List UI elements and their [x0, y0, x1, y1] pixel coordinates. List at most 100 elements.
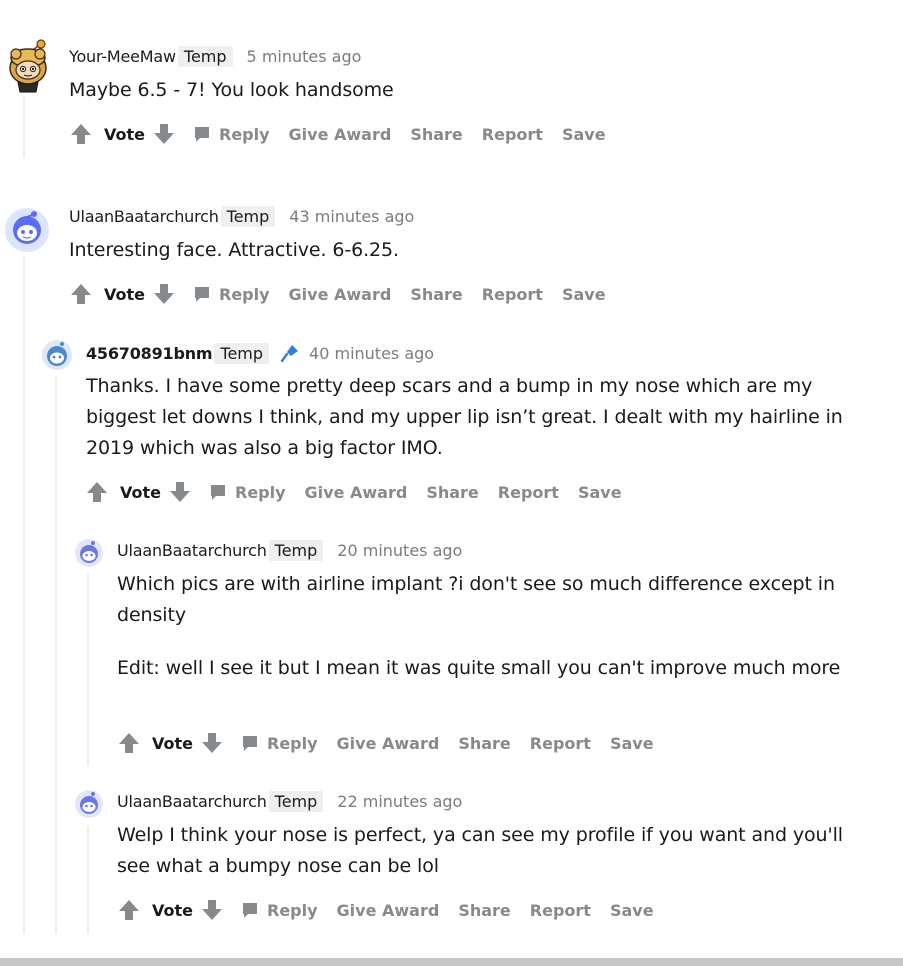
- comment-bubble-icon: [195, 127, 209, 142]
- save-button[interactable]: Save: [610, 901, 654, 920]
- timestamp[interactable]: 43 minutes ago: [289, 207, 414, 226]
- comment-paragraph: Edit: well I see it but I mean it was qu…: [117, 657, 841, 679]
- reply-label: Reply: [235, 482, 286, 502]
- give-award-button[interactable]: Give Award: [337, 734, 440, 753]
- comment-bubble-icon: [211, 485, 225, 500]
- share-button[interactable]: Share: [410, 285, 462, 304]
- author-name[interactable]: Your-MeeMaw: [69, 47, 176, 66]
- user-flair: Temp: [177, 46, 233, 67]
- comment-actions: Vote Reply Give Award Share Report Save: [70, 281, 625, 307]
- report-button[interactable]: Report: [530, 734, 591, 753]
- avatar[interactable]: [75, 790, 103, 818]
- timestamp[interactable]: 40 minutes ago: [309, 344, 434, 363]
- comment-actions: Vote Reply Give Award Share Report Save: [118, 730, 673, 756]
- report-button[interactable]: Report: [530, 901, 591, 920]
- give-award-button[interactable]: Give Award: [289, 285, 392, 304]
- snoo-avatar-icon: [42, 340, 72, 370]
- comment-body: Thanks. I have some pretty deep scars an…: [86, 371, 856, 464]
- save-button[interactable]: Save: [562, 285, 606, 304]
- upvote-icon[interactable]: [70, 122, 92, 146]
- snoo-avatar-icon: [75, 790, 103, 818]
- thread-line-2[interactable]: [23, 256, 25, 934]
- save-button[interactable]: Save: [562, 125, 606, 144]
- comment-paragraph: Maybe 6.5 - 7! You look handsome: [69, 79, 394, 101]
- downvote-icon[interactable]: [201, 898, 223, 922]
- share-button[interactable]: Share: [426, 483, 478, 502]
- user-flair: Temp: [220, 206, 276, 227]
- comment-body: Interesting face. Attractive. 6-6.25.: [69, 235, 849, 266]
- comment-meta: UlaanBaatarchurch Temp 43 minutes ago: [69, 206, 414, 227]
- timestamp[interactable]: 20 minutes ago: [337, 541, 462, 560]
- share-button[interactable]: Share: [458, 901, 510, 920]
- comment-paragraph: Welp I think your nose is perfect, ya ca…: [117, 824, 843, 877]
- timestamp[interactable]: 5 minutes ago: [247, 47, 362, 66]
- snoo-avatar-icon: [75, 539, 103, 567]
- vote-label: Vote: [104, 284, 145, 304]
- reply-button[interactable]: Reply: [241, 734, 318, 753]
- give-award-button[interactable]: Give Award: [305, 483, 408, 502]
- avatar[interactable]: [4, 36, 50, 94]
- comment-paragraph: Interesting face. Attractive. 6-6.25.: [69, 239, 399, 261]
- give-award-button[interactable]: Give Award: [337, 901, 440, 920]
- report-button[interactable]: Report: [498, 483, 559, 502]
- vote-label: Vote: [104, 124, 145, 144]
- author-name[interactable]: UlaanBaatarchurch: [117, 541, 267, 560]
- upvote-icon[interactable]: [118, 731, 140, 755]
- downvote-icon[interactable]: [201, 731, 223, 755]
- comment-bubble-icon: [243, 903, 257, 918]
- comment-body: Welp I think your nose is perfect, ya ca…: [117, 820, 857, 882]
- avatar[interactable]: [42, 340, 72, 370]
- user-flair: Temp: [214, 342, 270, 364]
- downvote-icon[interactable]: [153, 122, 175, 146]
- report-button[interactable]: Report: [482, 125, 543, 144]
- reply-button[interactable]: Reply: [241, 901, 318, 920]
- snoo-avatar-icon: [5, 208, 49, 252]
- upvote-icon[interactable]: [86, 480, 108, 504]
- comment-bubble-icon: [195, 287, 209, 302]
- thread-line-5[interactable]: [87, 826, 89, 934]
- author-name[interactable]: UlaanBaatarchurch: [69, 207, 219, 226]
- save-button[interactable]: Save: [578, 483, 622, 502]
- comment-meta: Your-MeeMaw Temp 5 minutes ago: [69, 46, 361, 67]
- vote-label: Vote: [152, 900, 193, 920]
- upvote-icon[interactable]: [118, 898, 140, 922]
- give-award-button[interactable]: Give Award: [289, 125, 392, 144]
- share-button[interactable]: Share: [458, 734, 510, 753]
- comment-meta: UlaanBaatarchurch Temp 22 minutes ago: [117, 791, 462, 812]
- comment-meta: 45670891bnm Temp 40 minutes ago: [86, 342, 434, 364]
- comment-paragraph: Thanks. I have some pretty deep scars an…: [86, 375, 843, 459]
- reply-label: Reply: [219, 124, 270, 144]
- author-name[interactable]: 45670891bnm: [86, 344, 213, 363]
- save-button[interactable]: Save: [610, 734, 654, 753]
- upvote-icon[interactable]: [70, 282, 92, 306]
- reply-label: Reply: [267, 900, 318, 920]
- report-button[interactable]: Report: [482, 285, 543, 304]
- microphone-icon: [280, 345, 299, 363]
- vote-label: Vote: [152, 733, 193, 753]
- avatar[interactable]: [5, 208, 49, 252]
- thread-line-1[interactable]: [23, 96, 25, 158]
- comment-actions: Vote Reply Give Award Share Report Save: [70, 121, 625, 147]
- comment-body: Which pics are with airline implant ?i d…: [117, 569, 857, 684]
- comment-bubble-icon: [243, 736, 257, 751]
- comment-paragraph: Which pics are with airline implant ?i d…: [117, 573, 835, 626]
- reply-button[interactable]: Reply: [193, 285, 270, 304]
- user-flair: Temp: [268, 791, 324, 812]
- author-name[interactable]: UlaanBaatarchurch: [117, 792, 267, 811]
- comment-body: Maybe 6.5 - 7! You look handsome: [69, 75, 849, 106]
- downvote-icon[interactable]: [153, 282, 175, 306]
- thread-line-3[interactable]: [55, 376, 57, 934]
- share-button[interactable]: Share: [410, 125, 462, 144]
- downvote-icon[interactable]: [169, 480, 191, 504]
- avatar[interactable]: [75, 539, 103, 567]
- thread-line-4[interactable]: [87, 574, 89, 766]
- vote-label: Vote: [120, 482, 161, 502]
- timestamp[interactable]: 22 minutes ago: [337, 792, 462, 811]
- comment-actions: Vote Reply Give Award Share Report Save: [86, 479, 641, 505]
- bottom-divider: [0, 958, 903, 966]
- reply-button[interactable]: Reply: [193, 125, 270, 144]
- reply-button[interactable]: Reply: [209, 483, 286, 502]
- comment-meta: UlaanBaatarchurch Temp 20 minutes ago: [117, 540, 462, 561]
- reply-label: Reply: [219, 284, 270, 304]
- reply-label: Reply: [267, 733, 318, 753]
